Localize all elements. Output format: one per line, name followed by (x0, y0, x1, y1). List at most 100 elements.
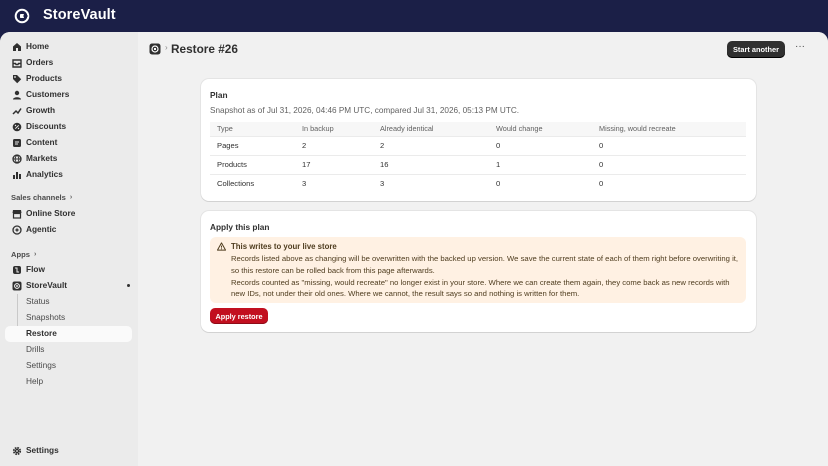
table-cell: 2 (295, 135, 373, 155)
table-cell: Products (210, 154, 295, 174)
column-header: Would change (489, 122, 592, 136)
table-cell: 17 (295, 154, 373, 174)
table-cell: 0 (592, 154, 746, 174)
sales-channels-heading[interactable]: Sales channels › (11, 193, 72, 202)
sidebar-item-label: Settings (26, 445, 59, 455)
sidebar-item-home[interactable]: Home (5, 39, 132, 55)
table-cell: 0 (592, 173, 746, 193)
sidebar-item-agentic[interactable]: Agentic (5, 222, 132, 238)
plan-card: Plan Snapshot as of Jul 31, 2026, 04:46 … (201, 79, 756, 201)
apply-card: Apply this plan This writes to your live… (201, 211, 756, 332)
sidebar-item-label: Online Store (26, 208, 76, 218)
main-content: › Restore #26 Start another ··· Plan Sna… (138, 32, 828, 466)
banner-paragraph: Records listed above as changing will be… (231, 254, 739, 275)
sidebar-item-markets[interactable]: Markets (5, 151, 132, 167)
table-row: Collections 3 3 0 0 (210, 173, 746, 193)
sidebar-item-growth[interactable]: Growth (5, 103, 132, 119)
sidebar-subitem-settings[interactable]: Settings (5, 358, 132, 374)
sparkle-icon (12, 225, 22, 235)
sidebar-item-label: Content (26, 137, 58, 147)
apps-heading[interactable]: Apps › (11, 250, 36, 259)
sidebar-item-label: Restore (26, 328, 57, 338)
sidebar-item-label: Growth (26, 105, 56, 115)
sidebar-item-flow[interactable]: Flow (5, 262, 132, 278)
sidebar-item-label: Orders (26, 57, 54, 67)
sidebar-item-orders[interactable]: Orders (5, 55, 132, 71)
sidebar-item-label: Help (26, 376, 44, 386)
column-header: Already identical (373, 122, 489, 136)
sidebar-item-storevault[interactable]: StoreVault (5, 278, 132, 294)
table-cell: 3 (295, 173, 373, 193)
sidebar-item-customers[interactable]: Customers (5, 87, 132, 103)
table-header-row: Type In backup Already identical Would c… (210, 122, 746, 136)
banner-text: Records listed above as changing will be… (231, 253, 739, 300)
sidebar-item-products[interactable]: Products (5, 71, 132, 87)
plan-title: Plan (210, 90, 228, 100)
table-cell: 0 (489, 135, 592, 155)
sidebar-item-label: Agentic (26, 224, 57, 234)
active-dot-icon (127, 284, 130, 287)
storevault-app-icon (149, 43, 161, 55)
home-icon (13, 43, 21, 51)
banner-title: This writes to your live store (231, 242, 337, 251)
banner-paragraph: Records counted as "missing, would recre… (231, 277, 730, 299)
sidebar-subitem-drills[interactable]: Drills (5, 342, 132, 358)
store-icon (12, 210, 22, 219)
sidebar-subitem-status[interactable]: Status (5, 294, 132, 310)
gear-icon (12, 446, 22, 456)
plan-table: Type In backup Already identical Would c… (210, 122, 746, 193)
table-cell: 0 (592, 135, 746, 155)
sidebar-item-label: Drills (26, 344, 45, 354)
sidebar-item-analytics[interactable]: Analytics (5, 167, 132, 183)
tag-icon (13, 75, 22, 84)
table-cell: 3 (373, 173, 489, 193)
top-bar: StoreVault (0, 0, 828, 32)
inbox-icon (12, 59, 22, 68)
app-name: StoreVault (43, 7, 116, 23)
breadcrumb-chevron-icon: › (165, 43, 168, 52)
chevron-right-icon: › (33, 251, 37, 258)
table-cell: 1 (489, 154, 592, 174)
sidebar-item-label: Customers (26, 89, 70, 99)
sidebar-item-label: Home (26, 41, 50, 51)
more-actions-icon[interactable]: ··· (793, 42, 807, 56)
sidebar-subitem-snapshots[interactable]: Snapshots (5, 310, 132, 326)
column-header: In backup (295, 122, 373, 136)
start-another-button[interactable]: Start another (727, 41, 785, 58)
sidebar-item-label: Products (26, 73, 62, 83)
app-shell: Home Orders Products Customers Growth Di… (0, 32, 828, 466)
table-row: Products 17 16 1 0 (210, 154, 746, 174)
flow-icon (13, 266, 21, 274)
sidebar-subitem-restore[interactable]: Restore (5, 326, 132, 342)
apply-restore-button[interactable]: Apply restore (210, 308, 268, 324)
sidebar-item-online-store[interactable]: Online Store (5, 206, 132, 222)
sidebar-subitem-help[interactable]: Help (5, 374, 132, 390)
sidebar-item-label: Snapshots (26, 312, 66, 322)
sidebar-item-content[interactable]: Content (5, 135, 132, 151)
section-heading-label: Sales channels (11, 193, 66, 202)
sidebar-item-label: StoreVault (26, 280, 68, 290)
chevron-right-icon: › (69, 194, 73, 201)
content-icon (13, 139, 21, 147)
sidebar: Home Orders Products Customers Growth Di… (0, 32, 138, 466)
table-row: Pages 2 2 0 0 (210, 135, 746, 155)
table-cell: 2 (373, 135, 489, 155)
column-header: Missing, would recreate (592, 122, 746, 136)
globe-icon (12, 154, 22, 164)
table-cell: Collections (210, 173, 295, 193)
snapshot-text: Snapshot as of Jul 31, 2026, 04:46 PM UT… (210, 106, 520, 115)
sidebar-item-discounts[interactable]: Discounts (5, 119, 132, 135)
page-title: Restore #26 (171, 42, 238, 56)
bar-chart-icon (13, 172, 21, 179)
sidebar-item-settings[interactable]: Settings (5, 443, 132, 459)
apply-title: Apply this plan (210, 222, 270, 232)
sidebar-item-label: Discounts (26, 121, 67, 131)
person-icon (13, 90, 21, 100)
sidebar-item-label: Flow (26, 264, 45, 274)
warning-triangle-icon (217, 242, 226, 251)
storevault-logo-icon[interactable] (14, 8, 30, 24)
table-cell: 16 (373, 154, 489, 174)
discount-icon (12, 122, 22, 132)
sidebar-item-label: Settings (26, 360, 56, 370)
section-heading-label: Apps (11, 250, 30, 259)
